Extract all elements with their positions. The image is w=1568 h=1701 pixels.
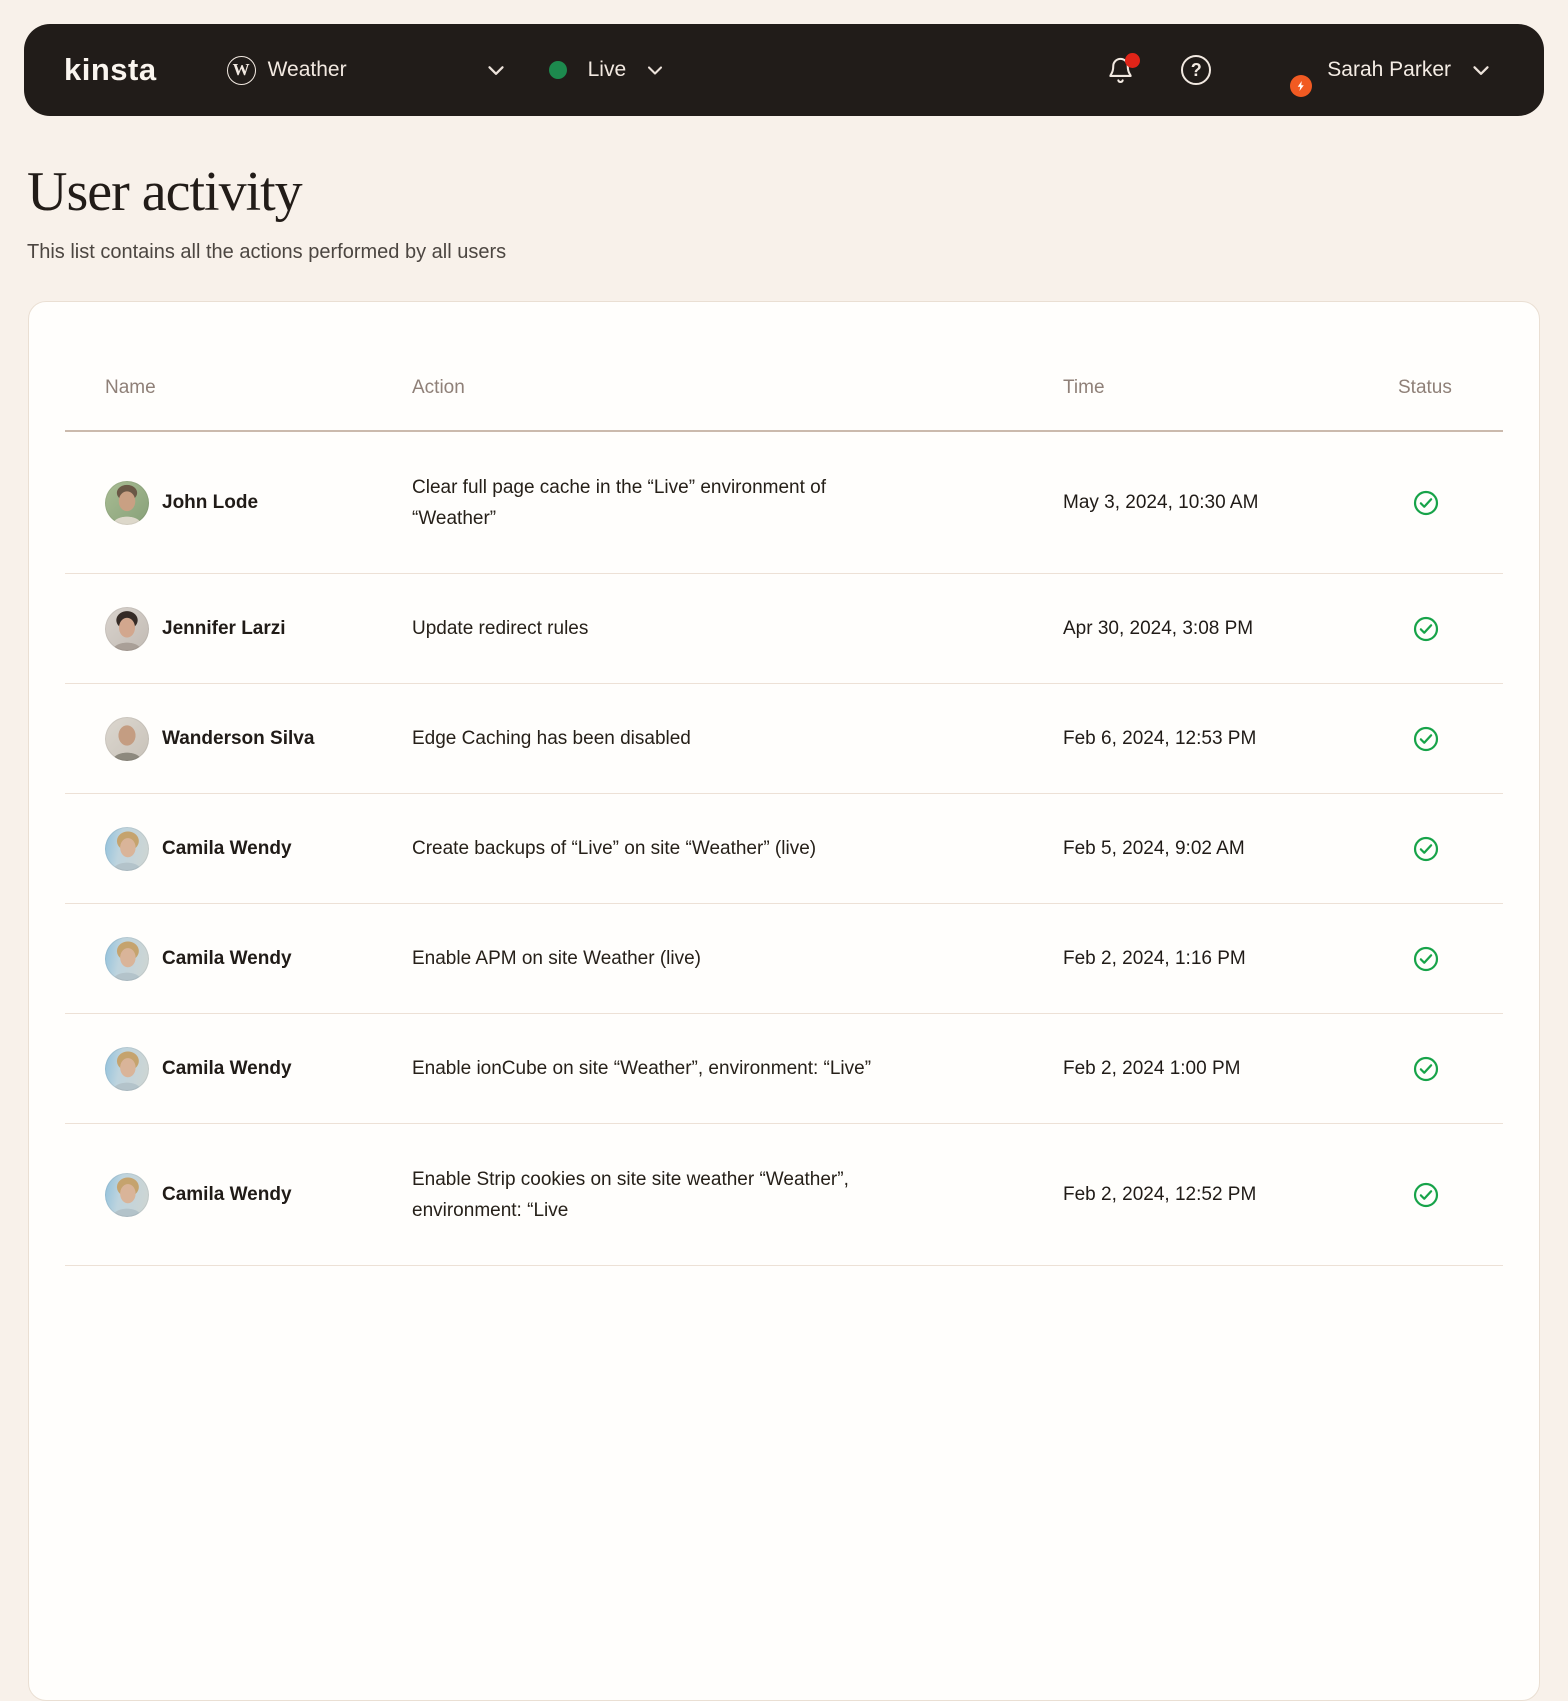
table-header: Name Action Time Status [65, 302, 1503, 432]
table-body: John Lode Clear full page cache in the “… [65, 432, 1503, 1266]
notification-badge [1125, 52, 1141, 68]
user-avatar-wrap [1258, 46, 1313, 97]
status-cell [1398, 489, 1503, 517]
time-cell: Apr 30, 2024, 3:08 PM [1063, 617, 1254, 639]
status-cell [1398, 615, 1503, 643]
user-cell: Jennifer Larzi [105, 606, 412, 651]
user-name: Wanderson Silva [162, 727, 315, 749]
action-cell: Create backups of “Live” on site “Weathe… [412, 838, 817, 859]
avatar [105, 936, 149, 981]
question-mark-icon: ? [1190, 59, 1202, 80]
page-subtitle: This list contains all the actions perfo… [27, 241, 507, 263]
time-cell: Feb 2, 2024, 1:16 PM [1063, 947, 1246, 969]
user-cell: John Lode [105, 480, 412, 525]
status-cell [1398, 725, 1503, 753]
time-cell: May 3, 2024, 10:30 AM [1063, 491, 1259, 513]
site-selector-dropdown[interactable]: W Weather [226, 55, 509, 85]
table-row: John Lode Clear full page cache in the “… [65, 432, 1503, 574]
status-cell [1398, 835, 1503, 863]
table-row: Camila Wendy Enable APM on site Weather … [65, 904, 1503, 1014]
status-cell [1398, 1055, 1503, 1083]
status-success-icon [1413, 726, 1439, 751]
column-header-status: Status [1398, 377, 1452, 398]
kinsta-logo[interactable]: kinsta [64, 52, 157, 88]
column-header-time: Time [1063, 377, 1105, 398]
action-cell: Edge Caching has been disabled [412, 728, 691, 749]
user-name: Camila Wendy [162, 1057, 292, 1079]
status-success-icon [1413, 1182, 1439, 1207]
status-cell [1398, 945, 1503, 973]
user-activity-card: Name Action Time Status John Lode Clear … [28, 301, 1540, 1701]
table-row: Camila Wendy Create backups of “Live” on… [65, 794, 1503, 904]
table-row: Camila Wendy Enable Strip cookies on sit… [65, 1124, 1503, 1266]
avatar [105, 1046, 149, 1091]
status-success-icon [1413, 490, 1439, 515]
environment-selector-dropdown[interactable]: Live [548, 58, 668, 82]
user-cell: Camila Wendy [105, 936, 412, 981]
chevron-down-icon [483, 57, 509, 83]
site-selector-label: Weather [267, 58, 347, 81]
status-cell [1398, 1181, 1503, 1209]
user-name: Camila Wendy [162, 837, 292, 859]
status-success-icon [1413, 946, 1439, 971]
user-name: Camila Wendy [162, 1183, 292, 1205]
table-row: Wanderson Silva Edge Caching has been di… [65, 684, 1503, 794]
time-cell: Feb 2, 2024, 12:52 PM [1063, 1183, 1257, 1205]
avatar [105, 606, 149, 651]
action-cell: Clear full page cache in the “Live” envi… [412, 476, 827, 529]
user-cell: Camila Wendy [105, 1172, 412, 1217]
avatar [105, 1172, 149, 1217]
time-cell: Feb 6, 2024, 12:53 PM [1063, 727, 1257, 749]
user-cell: Camila Wendy [105, 826, 412, 871]
user-cell: Wanderson Silva [105, 716, 412, 761]
table-row: Jennifer Larzi Update redirect rules Apr… [65, 574, 1503, 684]
page-title: User activity [27, 161, 303, 223]
environment-label: Live [587, 58, 627, 81]
table-row: Camila Wendy Enable ionCube on site “Wea… [65, 1014, 1503, 1124]
help-button[interactable]: ? [1181, 55, 1212, 85]
avatar [105, 480, 149, 525]
user-name: Jennifer Larzi [162, 617, 286, 639]
column-header-action: Action [412, 377, 465, 398]
lightning-badge-icon [1290, 75, 1313, 97]
action-cell: Update redirect rules [412, 618, 589, 639]
navbar-right: ? Sarah Parker [1106, 46, 1544, 97]
time-cell: Feb 5, 2024, 9:02 AM [1063, 837, 1245, 859]
user-name: John Lode [162, 491, 259, 513]
status-success-icon [1413, 1056, 1439, 1081]
user-name: Sarah Parker [1327, 58, 1451, 81]
chevron-down-icon [1468, 57, 1494, 83]
action-cell: Enable Strip cookies on site site weathe… [412, 1168, 849, 1221]
navbar-left: kinsta W Weather Live [24, 52, 667, 88]
notifications-button[interactable] [1106, 52, 1141, 85]
avatar [105, 716, 149, 761]
user-name: Camila Wendy [162, 947, 292, 969]
user-menu[interactable]: Sarah Parker [1258, 46, 1494, 97]
avatar [105, 826, 149, 871]
user-cell: Camila Wendy [105, 1046, 412, 1091]
action-cell: Enable APM on site Weather (live) [412, 948, 702, 969]
page-header: User activity This list contains all the… [27, 160, 1568, 264]
top-navbar: kinsta W Weather Live ? Sarah Parker [24, 24, 1544, 116]
status-success-icon [1413, 836, 1439, 861]
action-cell: Enable ionCube on site “Weather”, enviro… [412, 1058, 872, 1079]
time-cell: Feb 2, 2024 1:00 PM [1063, 1057, 1241, 1079]
chevron-down-icon [643, 58, 667, 82]
column-header-name: Name [105, 377, 156, 398]
live-status-dot-icon [548, 61, 567, 79]
wordpress-icon: W [226, 55, 256, 85]
status-success-icon [1413, 616, 1439, 641]
